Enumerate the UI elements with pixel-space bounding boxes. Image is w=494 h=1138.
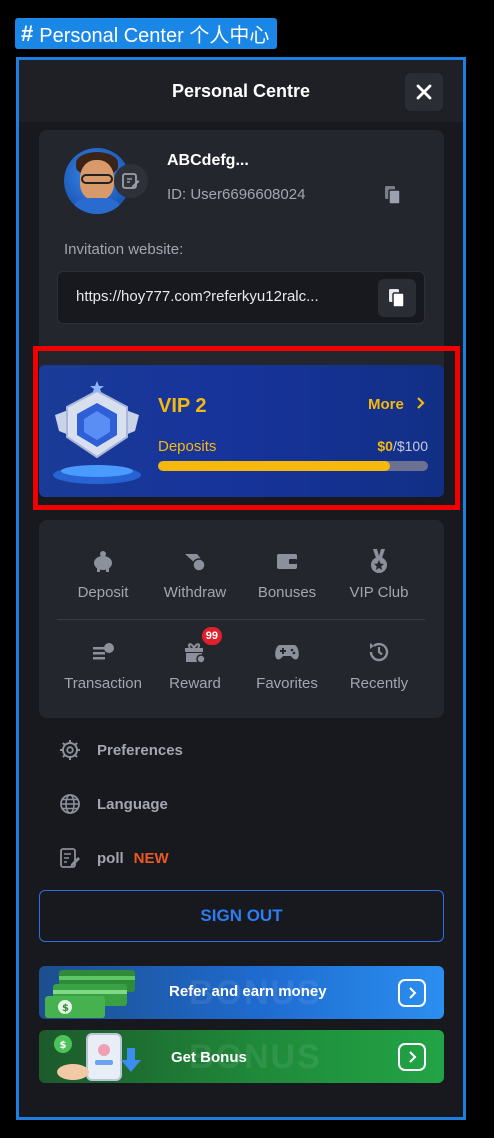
- invite-label: Invitation website:: [64, 241, 184, 258]
- gift-icon: 99: [180, 627, 222, 667]
- poll-icon: [60, 848, 80, 868]
- quick-action-label: Favorites: [256, 675, 318, 692]
- piggy-bank-icon: [88, 546, 118, 576]
- copy-id-button[interactable]: [384, 185, 402, 210]
- edit-icon: [122, 173, 140, 189]
- quick-action-reward[interactable]: 99 Reward: [149, 627, 241, 701]
- wallet-icon: [272, 546, 302, 576]
- edit-avatar-button[interactable]: [114, 164, 148, 198]
- chevron-right-icon: [409, 987, 417, 999]
- money-stack-icon: $: [45, 970, 135, 1018]
- gamepad-icon: [272, 637, 302, 667]
- quick-action-recently[interactable]: Recently: [333, 631, 425, 701]
- bonus-banner-label: Get Bonus: [171, 1049, 247, 1066]
- screen-tag-label: Personal Center 个人中心: [39, 25, 270, 47]
- copy-icon: [385, 186, 401, 205]
- quick-action-withdraw[interactable]: Withdraw: [149, 540, 241, 610]
- copy-icon: [389, 289, 405, 308]
- gear-icon: [60, 740, 80, 760]
- quick-action-label: Recently: [349, 675, 409, 692]
- quick-action-label: Deposit: [77, 584, 129, 601]
- quick-action-label: Reward: [169, 675, 221, 692]
- bonus-banner[interactable]: BONUS $ Get Bonus: [39, 1030, 444, 1083]
- quick-action-deposit[interactable]: Deposit: [57, 540, 149, 610]
- bonus-go-button[interactable]: [398, 1043, 426, 1071]
- reward-badge: 99: [201, 627, 222, 645]
- menu-item-language[interactable]: Language: [59, 789, 168, 819]
- screen-tag: # Personal Center 个人中心: [15, 18, 278, 49]
- username: ABCdefg...: [167, 152, 249, 169]
- close-icon: [416, 84, 432, 100]
- menu-item-label: Language: [97, 795, 168, 813]
- phone-bonus-icon: $: [54, 1033, 141, 1081]
- copy-invite-button[interactable]: [378, 279, 416, 317]
- svg-text:$: $: [62, 1003, 69, 1014]
- quick-action-label: Transaction: [64, 675, 142, 692]
- menu-item-label: poll: [97, 849, 124, 867]
- quick-action-vip-club[interactable]: VIP Club: [333, 540, 425, 610]
- transaction-icon: [88, 637, 118, 667]
- personal-centre-panel: Personal Centre ABCdefg... ID: User66966…: [16, 57, 466, 1120]
- invite-url: https://hoy777.com?referkyu12ralc...: [76, 288, 319, 305]
- menu-item-label: Preferences: [97, 741, 183, 759]
- quick-actions-card: Deposit Withdraw Bonuses VIP Club Transa…: [39, 520, 444, 718]
- quick-action-label: VIP Club: [349, 584, 409, 601]
- medal-icon: [364, 546, 394, 576]
- refer-go-button[interactable]: [398, 979, 426, 1007]
- quick-action-label: Withdraw: [163, 584, 227, 601]
- globe-icon: [60, 794, 80, 814]
- new-badge: NEW: [133, 849, 169, 867]
- invite-url-field: https://hoy777.com?referkyu12ralc...: [57, 271, 425, 324]
- quick-action-transaction[interactable]: Transaction: [57, 631, 149, 701]
- withdraw-icon: [180, 546, 210, 576]
- refer-banner-label: Refer and earn money: [169, 983, 327, 1000]
- sign-out-button[interactable]: SIGN OUT: [39, 890, 444, 942]
- svg-text:$: $: [60, 1040, 67, 1051]
- panel-header: Personal Centre: [19, 60, 463, 122]
- menu-item-poll[interactable]: poll NEW: [59, 843, 169, 873]
- quick-action-favorites[interactable]: Favorites: [241, 631, 333, 701]
- chevron-right-icon: [409, 1051, 417, 1063]
- vip-highlight-box: [33, 346, 460, 510]
- history-icon: [364, 637, 394, 667]
- quick-action-bonuses[interactable]: Bonuses: [241, 540, 333, 610]
- grid-divider: [57, 619, 425, 620]
- quick-action-label: Bonuses: [257, 584, 317, 601]
- menu-item-preferences[interactable]: Preferences: [59, 735, 183, 765]
- close-button[interactable]: [405, 73, 443, 111]
- hash-icon: #: [21, 20, 34, 46]
- refer-banner[interactable]: BONUS $ Refer and earn money: [39, 966, 444, 1019]
- user-id: ID: User6696608024: [167, 186, 306, 203]
- page-title: Personal Centre: [171, 80, 311, 101]
